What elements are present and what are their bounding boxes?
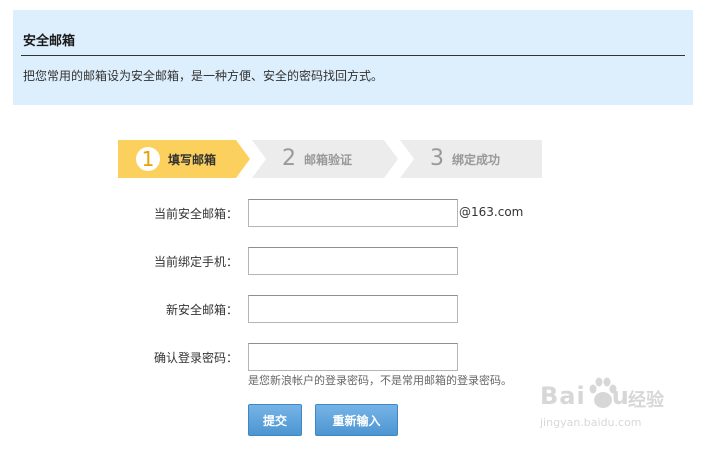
email-domain-suffix: @163.com — [459, 205, 524, 219]
password-label: 确认登录密码： — [153, 351, 238, 365]
current-email-label: 当前安全邮箱： — [153, 207, 238, 221]
step-1-number: 1 — [136, 147, 160, 171]
new-email-row: 新安全邮箱： — [0, 295, 710, 323]
baidu-jingyan-watermark: Bai u 经验 jingyan.baidu.com — [540, 372, 700, 440]
current-phone-input[interactable] — [248, 247, 458, 275]
watermark-cn: 经验 — [628, 390, 664, 411]
current-phone-label: 当前绑定手机： — [153, 255, 238, 269]
step-bind-success: 3 绑定成功 — [400, 140, 542, 178]
current-phone-row: 当前绑定手机： — [0, 247, 710, 275]
new-email-input[interactable] — [248, 295, 458, 323]
page-description: 把您常用的邮箱设为安全邮箱，是一种方便、安全的密码找回方式。 — [23, 69, 384, 83]
step-2-number: 2 — [282, 146, 296, 171]
new-email-label: 新安全邮箱： — [165, 303, 238, 317]
current-email-input[interactable] — [248, 199, 458, 227]
progress-steps: 1 填写邮箱 2 邮箱验证 3 绑定成功 — [118, 140, 542, 178]
reset-button[interactable]: 重新输入 — [315, 404, 398, 436]
step-3-number: 3 — [430, 146, 444, 171]
page-title: 安全邮箱 — [23, 34, 76, 49]
password-row: 确认登录密码： — [0, 343, 710, 371]
title-divider — [21, 55, 685, 56]
password-hint: 是您新浪帐户的登录密码，不是常用邮箱的登录密码。 — [248, 374, 512, 387]
info-panel: 安全邮箱 把您常用的邮箱设为安全邮箱，是一种方便、安全的密码找回方式。 — [13, 10, 693, 105]
current-email-row: 当前安全邮箱： @163.com — [0, 199, 710, 227]
step-1-label: 填写邮箱 — [168, 152, 217, 167]
step-3-label: 绑定成功 — [452, 152, 501, 167]
paw-icon — [589, 377, 617, 408]
password-input[interactable] — [248, 343, 458, 371]
watermark-url: jingyan.baidu.com — [540, 416, 642, 429]
step-verify-email: 2 邮箱验证 — [252, 140, 398, 178]
submit-button[interactable]: 提交 — [248, 404, 302, 436]
step-2-label: 邮箱验证 — [304, 152, 353, 167]
step-fill-email: 1 填写邮箱 — [118, 140, 250, 178]
